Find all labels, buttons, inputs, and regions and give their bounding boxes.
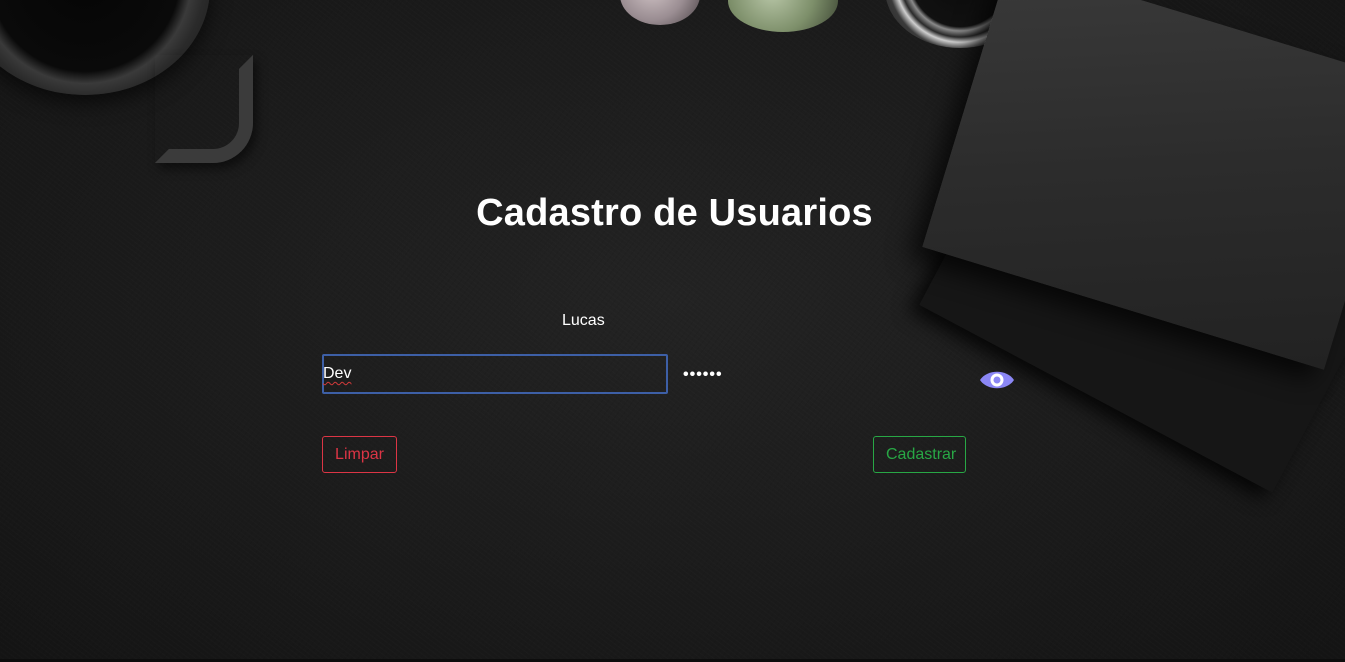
page-title: Cadastro de Usuarios bbox=[476, 192, 873, 234]
name-input[interactable] bbox=[322, 307, 842, 335]
mug-handle-decoration bbox=[155, 55, 253, 163]
job-input[interactable] bbox=[322, 354, 668, 394]
clear-button[interactable]: Limpar bbox=[322, 436, 397, 473]
eye-icon[interactable] bbox=[979, 367, 1015, 393]
job-input-value: Dev bbox=[323, 365, 352, 382]
submit-button[interactable]: Cadastrar bbox=[873, 436, 966, 473]
password-field[interactable]: •••••• bbox=[683, 366, 963, 394]
